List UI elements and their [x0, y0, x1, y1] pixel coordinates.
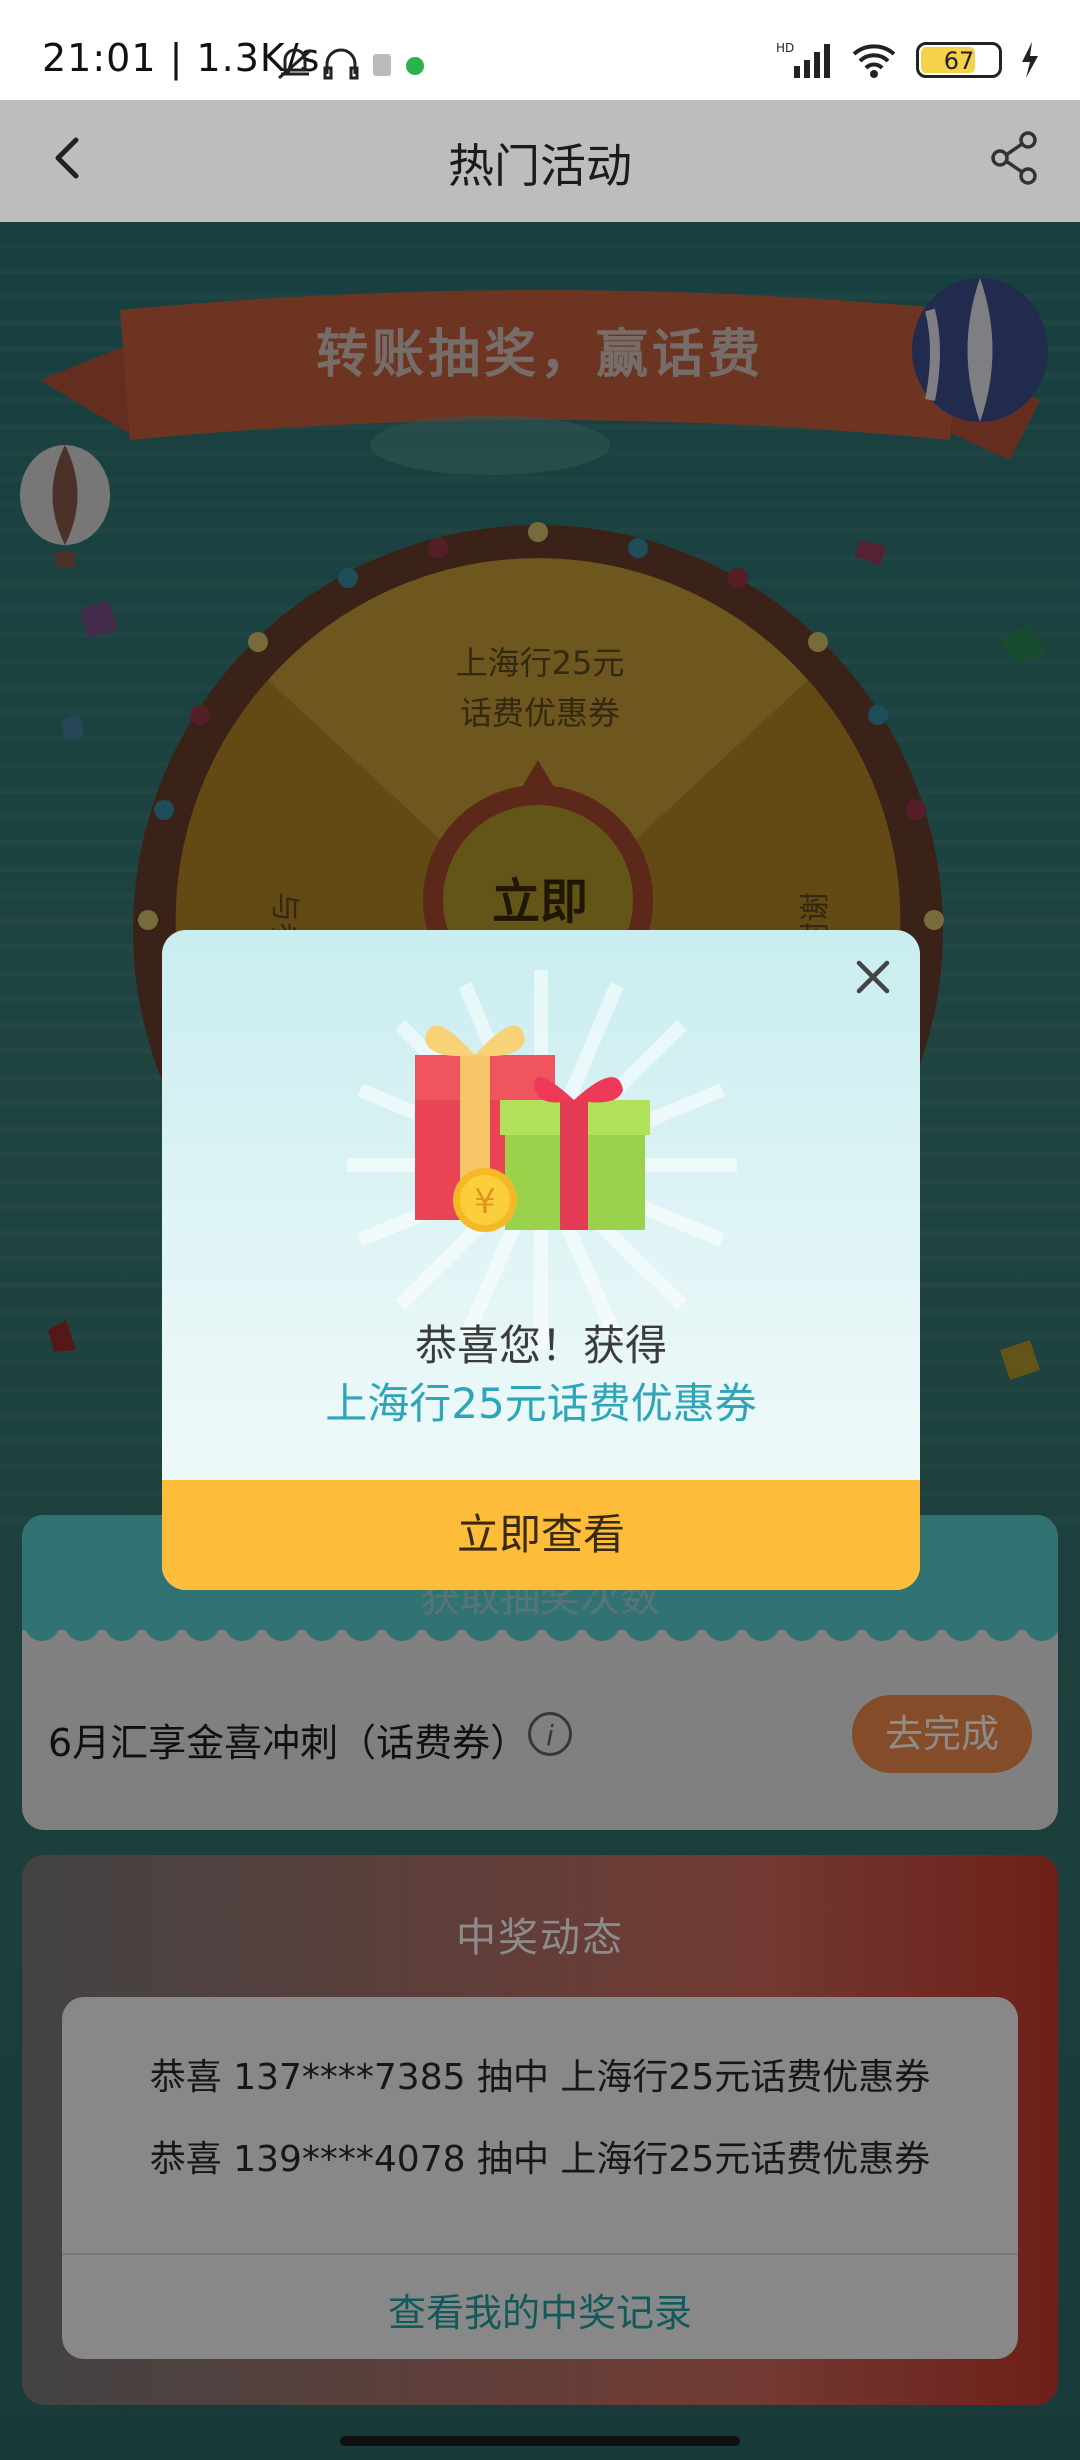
gift-box-icon: ¥: [415, 1025, 650, 1232]
status-right: HD 67: [776, 40, 1040, 80]
view-now-button[interactable]: 立即查看: [162, 1480, 920, 1590]
svg-text:HD: HD: [776, 41, 794, 55]
app-header: 热门活动: [0, 100, 1080, 222]
coin-symbol: ¥: [474, 1182, 496, 1222]
charging-icon: [1022, 42, 1038, 78]
close-icon[interactable]: [846, 950, 900, 1004]
wifi-icon: [852, 44, 896, 78]
signal-icon: HD: [776, 41, 830, 78]
modal-congrats: 恭喜您！获得: [414, 1321, 667, 1370]
page-title: 热门活动: [448, 139, 632, 193]
modal-prize: 上海行25元话费优惠券: [325, 1379, 757, 1428]
battery-icon: 67: [916, 42, 1002, 78]
home-indicator[interactable]: [340, 2436, 740, 2446]
share-button[interactable]: [984, 128, 1044, 188]
battery-level: 67: [943, 47, 975, 75]
status-bar: 21:01 | 1.3K/s HD 67: [0, 0, 1080, 100]
notification-icons: [278, 48, 424, 80]
